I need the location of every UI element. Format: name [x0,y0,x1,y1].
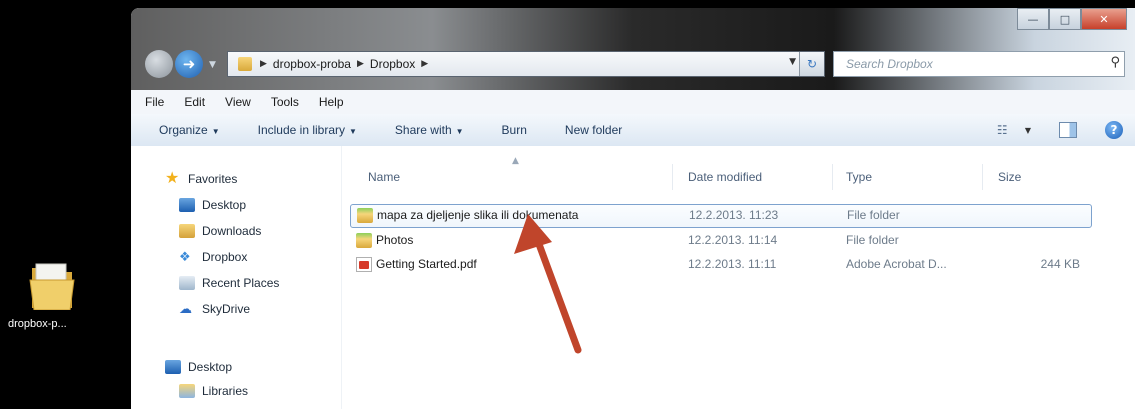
chevron-down-icon[interactable]: ▼ [1025,126,1031,135]
folder-icon [238,57,252,71]
chevron-down-icon: ▼ [211,127,220,136]
menu-tools[interactable]: Tools [271,95,299,109]
file-row[interactable]: mapa za djeljenje slika ili dokumenata 1… [350,204,1092,228]
pdf-icon [356,257,372,272]
star-icon: ★ [165,170,180,187]
column-divider[interactable] [672,164,673,190]
file-size: 244 KB [1040,257,1080,271]
nav-item-label: Dropbox [202,250,248,264]
folder-icon [356,233,372,248]
chevron-right-icon[interactable]: ▶ [357,59,364,69]
search-icon[interactable]: ⚲ [1110,55,1120,70]
nav-item-label: Desktop [202,198,247,212]
nav-favorites[interactable]: ★ Favorites [165,170,238,187]
change-view-icon[interactable]: ☷ [997,123,1021,137]
nav-item-libraries[interactable]: Libraries [179,384,248,398]
nav-item-label: Downloads [202,224,262,238]
search-input[interactable] [844,56,1098,72]
refresh-icon[interactable]: ↻ [799,52,824,76]
nav-item-recent-places[interactable]: Recent Places [179,276,279,290]
menu-edit[interactable]: Edit [184,95,205,109]
file-row[interactable]: Getting Started.pdf 12.2.2013. 11:11 Ado… [350,254,1090,276]
explorer-window: — □ ✕ ➜ ▼ ▶ dropbox-proba ▶ Dropbox ▶ ▼ … [131,8,1135,409]
desktop-folder-icon[interactable] [28,258,76,311]
chevron-down-icon: ▼ [455,127,464,136]
column-header-date[interactable]: Date modified [688,170,762,184]
address-bar[interactable]: ▶ dropbox-proba ▶ Dropbox ▶ ▼ ↻ [227,51,825,77]
new-folder-button[interactable]: New folder [565,123,622,137]
recent-pages-dropdown-icon[interactable]: ▼ [209,60,216,70]
dropbox-icon: ❖ [179,249,191,264]
column-header-type[interactable]: Type [846,170,872,184]
close-button[interactable]: ✕ [1081,8,1127,30]
nav-item-downloads[interactable]: Downloads [179,224,261,238]
command-bar-right: ☷ ▼ ? [997,114,1135,146]
file-name: Getting Started.pdf [376,257,477,271]
nav-item-dropbox[interactable]: ❖ Dropbox [179,249,248,265]
breadcrumb-dropbox[interactable]: Dropbox [370,57,415,71]
file-type: File folder [847,208,900,222]
burn-button[interactable]: Burn [502,123,527,137]
chevron-right-icon[interactable]: ▶ [421,59,428,69]
file-row[interactable]: Photos 12.2.2013. 11:14 File folder [350,230,1090,252]
organize-button[interactable]: Organize ▼ [159,123,220,137]
nav-item-label: SkyDrive [202,302,251,316]
chevron-down-icon: ▼ [349,127,357,136]
menu-view[interactable]: View [225,95,251,109]
menu-bar: File Edit View Tools Help [131,90,1135,115]
file-name: Photos [376,233,414,247]
nav-item-label: Desktop [188,360,233,374]
preview-pane-icon[interactable] [1059,122,1077,138]
folder-icon [357,208,373,223]
file-list: ▲ Name Date modified Type Size mapa za d… [342,146,1135,409]
column-header-size[interactable]: Size [998,170,1021,184]
nav-item-desktop-tree[interactable]: Desktop [165,360,232,374]
sort-up-icon: ▲ [512,156,519,166]
file-date: 12.2.2013. 11:11 [688,257,777,271]
nav-favorites-label: Favorites [188,172,238,186]
menu-help[interactable]: Help [319,95,344,109]
menu-file[interactable]: File [145,95,164,109]
command-bar: Organize ▼ Include in library ▼ Share with… [131,114,1135,147]
file-date: 12.2.2013. 11:14 [688,233,778,247]
minimize-button[interactable]: — [1017,8,1049,30]
libraries-icon [179,384,195,398]
nav-item-desktop[interactable]: Desktop [179,198,246,212]
search-box[interactable]: ⚲ [833,51,1125,77]
column-divider[interactable] [832,164,833,190]
nav-item-label: Recent Places [202,276,280,290]
organize-label: Organize [159,123,208,137]
column-divider[interactable] [982,164,983,190]
nav-item-label: Libraries [202,384,249,398]
help-icon[interactable]: ? [1105,121,1123,139]
nav-item-skydrive[interactable]: ☁ SkyDrive [179,301,251,317]
column-header-name[interactable]: Name [368,170,400,184]
navigation-pane: ★ Favorites Desktop Downloads ❖ Dropbox … [131,146,342,409]
maximize-button[interactable]: □ [1049,8,1081,30]
title-bar: — □ ✕ ➜ ▼ ▶ dropbox-proba ▶ Dropbox ▶ ▼ … [131,8,1135,90]
file-date: 12.2.2013. 11:23 [689,208,779,222]
chevron-right-icon[interactable]: ▶ [260,59,267,69]
file-name: mapa za djeljenje slika ili dokumenata [377,208,579,222]
skydrive-icon: ☁ [179,301,192,316]
breadcrumb-dropbox-proba[interactable]: dropbox-proba [273,57,351,71]
desktop-folder-label[interactable]: dropbox-p... [8,318,118,330]
forward-button[interactable]: ➜ [175,50,203,78]
share-with-button[interactable]: Share with ▼ [395,123,464,137]
recent-places-icon [179,276,195,290]
desktop-icon [179,198,195,212]
downloads-icon [179,224,195,238]
include-in-library-label: Include in library [257,123,345,137]
window-controls: — □ ✕ [1017,8,1127,30]
desktop-icon [165,360,181,374]
file-type: File folder [846,233,899,247]
share-with-label: Share with [394,123,452,137]
address-dropdown-icon[interactable]: ▼ [789,57,796,67]
back-button[interactable] [145,50,173,78]
include-in-library-button[interactable]: Include in library ▼ [258,123,357,137]
file-type: Adobe Acrobat D... [846,257,947,271]
